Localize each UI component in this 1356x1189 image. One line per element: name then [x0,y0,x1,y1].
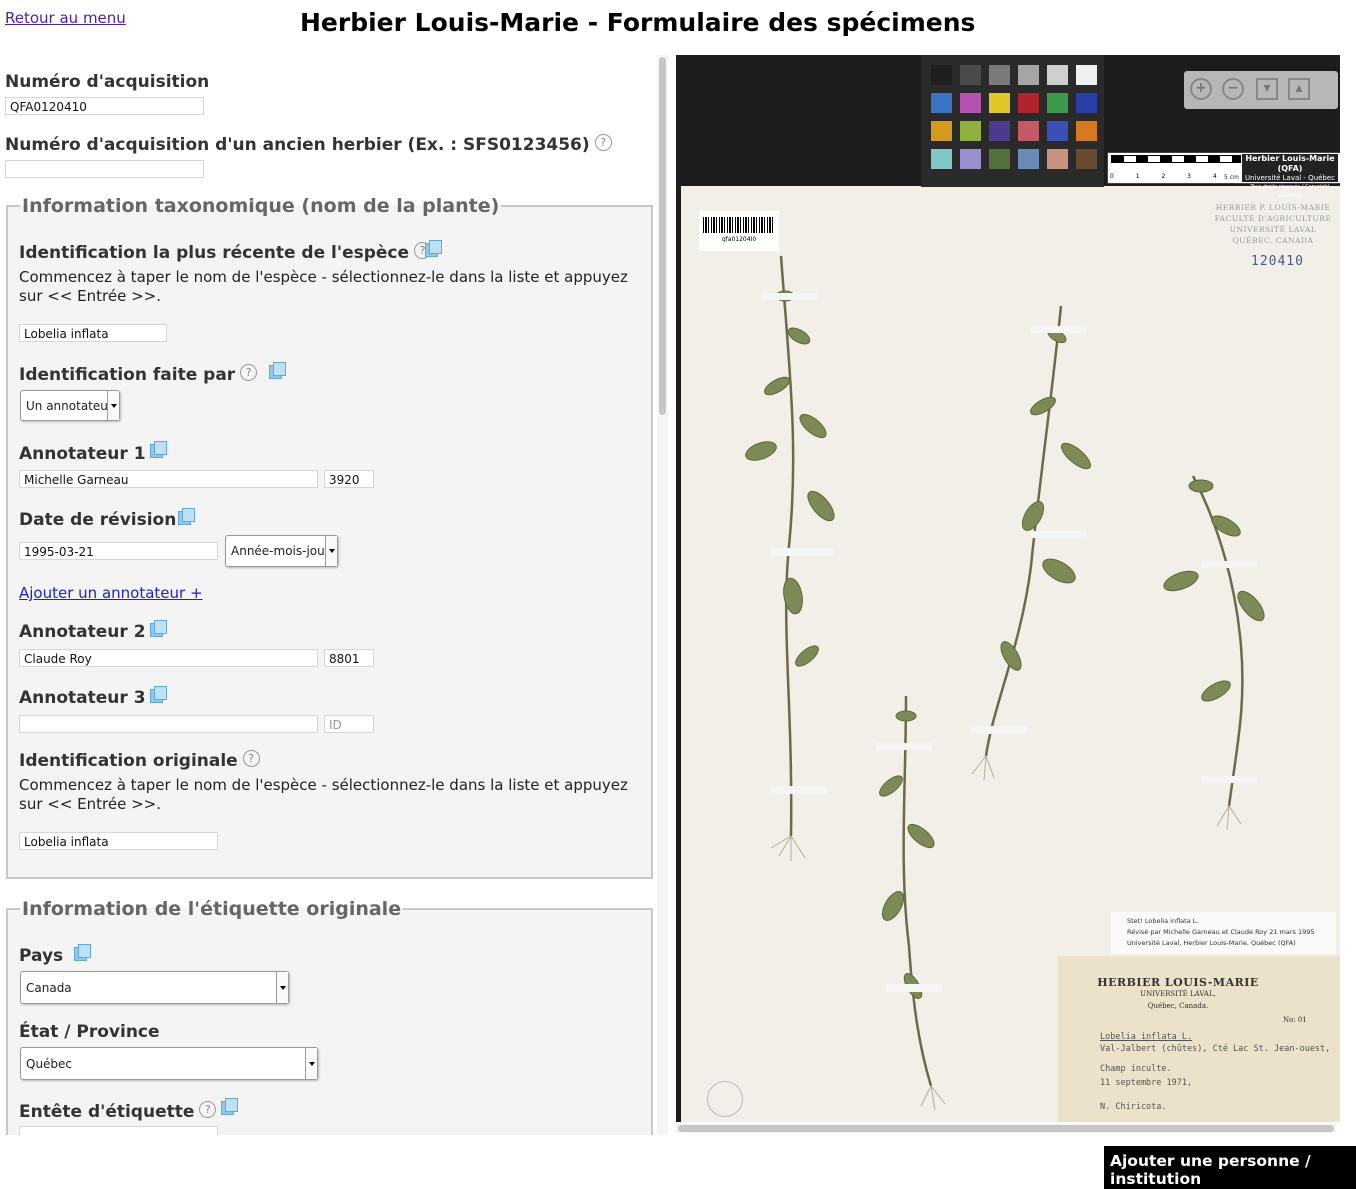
copy-icon[interactable] [425,240,442,257]
copy-icon[interactable] [74,944,91,961]
color-swatch [1018,121,1039,141]
header-label-label: Entête d'étiquette? [19,1101,217,1122]
label-info-fieldset: Information de l'étiquette originale [6,898,653,1135]
viewer-scrollbar-thumb[interactable] [678,1125,1334,1132]
color-swatch [1076,121,1097,141]
color-swatch [1018,149,1039,169]
recent-id-hint: Commencez à taper le nom de l'espèce - s… [19,268,628,305]
color-swatch [1047,93,1068,113]
copy-icon[interactable] [150,620,167,637]
header-label-input[interactable] [19,1126,218,1135]
add-person-button[interactable]: Ajouter une personne / institution [1104,1146,1356,1189]
annotator2-id-input[interactable]: 8801 [324,649,374,667]
copy-icon[interactable] [150,441,167,458]
original-id-label: Identification originale? [19,750,260,771]
annotator3-label: Annotateur 3 [19,688,146,708]
color-swatch [960,149,981,169]
label-info-legend: Information de l'étiquette originale [22,898,402,920]
back-to-menu-link[interactable]: Retour au menu [5,9,126,27]
specimen-image-viewer[interactable]: qfa01204I0 HERBIER P. LOUIS-MARIE FACULTÉ… [676,55,1340,1122]
old-acquisition-input[interactable] [5,160,204,178]
color-swatch [960,65,981,85]
fit-down-icon[interactable]: ▾ [1256,78,1278,100]
help-icon[interactable]: ? [240,364,258,381]
color-swatch [1047,65,1068,85]
copy-icon[interactable] [178,508,195,525]
herbarium-seal [707,1081,743,1117]
help-icon[interactable]: ? [242,750,260,767]
color-swatch [1018,93,1039,113]
country-label: Pays [19,946,64,966]
viewer-vertical-scrollbar[interactable] [1341,55,1353,1122]
recent-id-label: Identification la plus récente de l'espè… [19,242,432,263]
color-swatch [931,149,952,169]
color-swatch [931,121,952,141]
page-title: Herbier Louis-Marie - Formulaire des spé… [300,8,976,37]
revision-date-label: Date de révision [19,510,177,530]
id-by-select[interactable]: Un annotateur [20,390,120,421]
zoom-toolbar: + − ▾ ▴ [1184,71,1338,109]
specimen-number: 120410 [1251,254,1304,269]
original-id-input[interactable]: Lobelia inflata [19,832,218,850]
recent-id-input[interactable]: Lobelia inflata [19,324,167,342]
zoom-out-icon[interactable]: − [1222,78,1244,100]
annotator1-id-input[interactable]: 3920 [324,470,374,488]
copy-icon[interactable] [269,362,286,379]
fit-up-icon[interactable]: ▴ [1288,78,1310,100]
help-icon[interactable]: ? [199,1101,217,1118]
date-format-select[interactable]: Année-mois-jour [225,535,338,567]
barcode: qfa01204I0 [699,211,779,251]
color-swatch [931,65,952,85]
country-select[interactable]: Canada [20,971,289,1004]
scale-ruler: 0 1 2 3 4 5 cm Herbier Louis-Marie (QFA)… [1107,152,1340,199]
add-annotator-link[interactable]: Ajouter un annotateur + [19,584,203,602]
original-label: HERBIER LOUIS-MARIE UNIVERSITÉ LAVAL, Qu… [1058,956,1340,1122]
province-label: État / Province [19,1022,160,1042]
color-swatch [1047,149,1068,169]
revision-label: Stet! Lobelia inflata L. Révisé par Mich… [1111,912,1336,954]
annotator3-id-input[interactable]: ID [324,715,374,733]
color-swatch [1076,65,1097,85]
annotator1-name-input[interactable]: Michelle Garneau [19,470,318,488]
old-acquisition-label: Numéro d'acquisition d'un ancien herbier… [5,134,612,155]
herbarium-sheet: qfa01204I0 HERBIER P. LOUIS-MARIE FACULTÉ… [681,186,1340,1122]
color-swatch [1018,65,1039,85]
color-calibration-card [921,55,1104,187]
color-swatch [960,93,981,113]
revision-date-input[interactable]: 1995-03-21 [19,542,218,560]
color-swatch [1076,93,1097,113]
copy-icon[interactable] [150,686,167,703]
taxonomy-legend: Information taxonomique (nom de la plant… [22,195,500,217]
color-swatch [1047,121,1068,141]
form-scrollbar[interactable] [657,55,668,1135]
annotator3-name-input[interactable] [19,715,318,733]
annotator2-name-input[interactable]: Claude Roy [19,649,318,667]
zoom-in-icon[interactable]: + [1190,78,1212,100]
acquisition-input[interactable]: QFA0120410 [5,97,204,115]
color-swatch [989,121,1010,141]
color-swatch [989,93,1010,113]
specimen-form: Numéro d'acquisition QFA0120410 Numéro d… [0,55,656,1135]
province-select[interactable]: Québec [20,1047,318,1080]
copy-icon[interactable] [221,1098,238,1115]
form-scrollbar-thumb[interactable] [659,57,666,415]
acquisition-label: Numéro d'acquisition [5,72,210,92]
id-by-label: Identification faite par? [19,364,258,385]
original-id-hint: Commencez à taper le nom de l'espèce - s… [19,776,628,813]
color-swatch [989,149,1010,169]
color-swatch [960,121,981,141]
herbarium-stamp: HERBIER P. LOUIS-MARIE FACULTÉ D'AGRICULT… [1214,203,1332,245]
help-icon[interactable]: ? [594,134,612,151]
viewer-horizontal-scrollbar[interactable] [676,1124,1336,1133]
color-swatch [989,65,1010,85]
color-swatch [931,93,952,113]
color-swatch [1076,149,1097,169]
annotator1-label: Annotateur 1 [19,444,146,464]
annotator2-label: Annotateur 2 [19,622,146,642]
